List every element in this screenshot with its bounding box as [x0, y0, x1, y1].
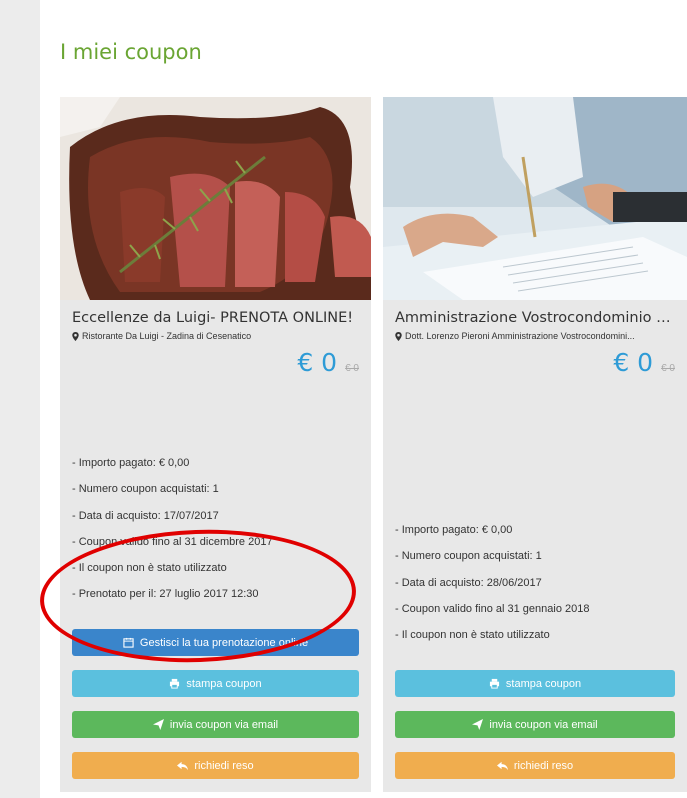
- detail-valid-until: - Coupon valido fino al 31 gennaio 2018: [395, 602, 590, 615]
- reply-icon: [177, 761, 189, 771]
- page-title: I miei coupon: [60, 40, 202, 64]
- email-coupon-button[interactable]: invia coupon via email: [395, 711, 675, 738]
- detail-amount-paid: - Importo pagato: € 0,00: [395, 524, 513, 536]
- detail-amount-paid: - Importo pagato: € 0,00: [72, 457, 190, 469]
- detail-quantity: - Numero coupon acquistati: 1: [72, 483, 219, 496]
- email-coupon-label: invia coupon via email: [489, 718, 598, 731]
- merchant-name: Ristorante Da Luigi - Zadina di Cesenati…: [82, 331, 252, 341]
- merchant-name: Dott. Lorenzo Pieroni Amministrazione Vo…: [405, 331, 635, 341]
- map-marker-icon: [72, 331, 79, 341]
- old-price: € 0: [345, 363, 359, 374]
- print-icon: [489, 678, 499, 689]
- detail-purchase-date: - Data di acquisto: 17/07/2017: [72, 509, 219, 522]
- main-content: I miei coupon Eccellenze da Luigi- PRENO…: [40, 0, 687, 798]
- manage-booking-label: Gestisci la tua prenotazione online: [139, 636, 309, 649]
- email-coupon-label: invia coupon via email: [169, 718, 279, 731]
- coupon-title[interactable]: Amministrazione Vostrocondominio e ...: [395, 310, 675, 326]
- request-refund-button[interactable]: richiedi reso: [72, 752, 359, 779]
- print-coupon-button[interactable]: stampa coupon: [72, 670, 359, 697]
- detail-quantity: - Numero coupon acquistati: 1: [395, 550, 542, 563]
- paper-plane-icon: [472, 719, 484, 730]
- detail-booked-for: - Prenotato per il: 27 luglio 2017 12:30: [72, 588, 259, 601]
- price: € 0: [613, 348, 654, 377]
- calendar-icon: [123, 637, 134, 648]
- coupon-title[interactable]: Eccellenze da Luigi- PRENOTA ONLINE!: [72, 310, 359, 326]
- print-coupon-label: stampa coupon: [505, 677, 582, 690]
- detail-usage-status: - Il coupon non è stato utilizzato: [72, 562, 227, 575]
- merchant-line: Ristorante Da Luigi - Zadina di Cesenati…: [72, 331, 359, 341]
- coupon-details: - Importo pagato: € 0,00 - Numero coupon…: [395, 517, 677, 648]
- map-marker-icon: [395, 331, 402, 341]
- coupon-image-documents[interactable]: [383, 97, 687, 300]
- coupon-image-steak[interactable]: [60, 97, 371, 300]
- print-coupon-button[interactable]: stampa coupon: [395, 670, 675, 697]
- coupon-details: - Importo pagato: € 0,00 - Numero coupon…: [72, 450, 361, 608]
- price: € 0: [297, 348, 338, 377]
- print-coupon-label: stampa coupon: [186, 677, 262, 690]
- email-coupon-button[interactable]: invia coupon via email: [72, 711, 359, 738]
- paper-plane-icon: [152, 719, 164, 730]
- coupon-card: Amministrazione Vostrocondominio e ... D…: [383, 97, 687, 792]
- request-refund-label: richiedi reso: [513, 759, 574, 772]
- left-gutter: [0, 0, 40, 798]
- print-icon: [170, 678, 180, 689]
- price-row: € 0 € 0: [613, 348, 675, 377]
- merchant-line: Dott. Lorenzo Pieroni Amministrazione Vo…: [395, 331, 675, 341]
- reply-icon: [496, 761, 508, 771]
- detail-purchase-date: - Data di acquisto: 28/06/2017: [395, 576, 542, 589]
- detail-valid-until: - Coupon valido fino al 31 dicembre 2017: [72, 535, 273, 548]
- request-refund-label: richiedi reso: [194, 759, 254, 772]
- request-refund-button[interactable]: richiedi reso: [395, 752, 675, 779]
- manage-booking-button[interactable]: Gestisci la tua prenotazione online: [72, 629, 359, 656]
- detail-usage-status: - Il coupon non è stato utilizzato: [395, 629, 550, 642]
- old-price: € 0: [661, 363, 675, 374]
- price-row: € 0 € 0: [297, 348, 359, 377]
- coupon-card: Eccellenze da Luigi- PRENOTA ONLINE! Ris…: [60, 97, 371, 792]
